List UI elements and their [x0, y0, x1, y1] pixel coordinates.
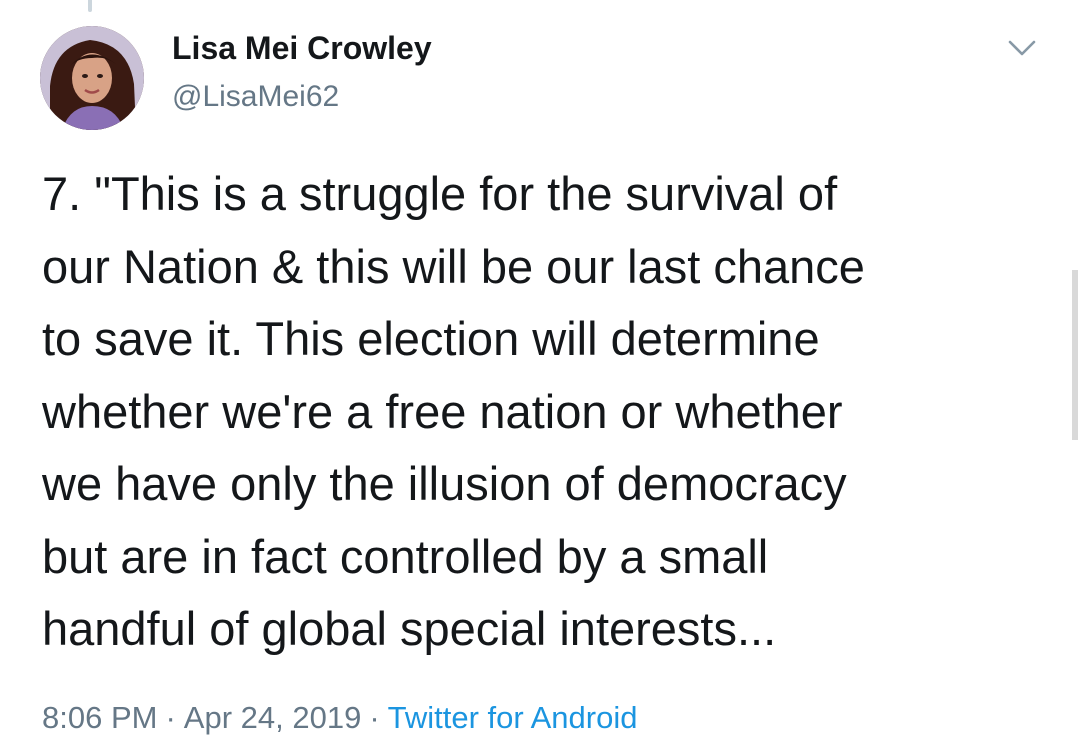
- scrollbar[interactable]: [1072, 270, 1078, 440]
- separator: ·: [165, 700, 176, 735]
- thread-connector-line: [88, 0, 92, 12]
- tweet-time[interactable]: 8:06 PM: [42, 700, 157, 735]
- tweet-menu-button[interactable]: [1004, 30, 1040, 66]
- avatar[interactable]: [40, 26, 144, 130]
- author-handle[interactable]: @LisaMei62: [172, 80, 339, 114]
- tweet-text: 7. "This is a struggle for the survival …: [42, 167, 865, 655]
- chevron-down-icon: [1008, 40, 1036, 56]
- tweet-date[interactable]: Apr 24, 2019: [184, 700, 362, 735]
- author-display-name[interactable]: Lisa Mei Crowley: [172, 30, 432, 67]
- separator: ·: [369, 700, 380, 735]
- tweet-metadata: 8:06 PM · Apr 24, 2019 · Twitter for Android: [42, 700, 637, 736]
- tweet-source-link[interactable]: Twitter for Android: [388, 700, 638, 735]
